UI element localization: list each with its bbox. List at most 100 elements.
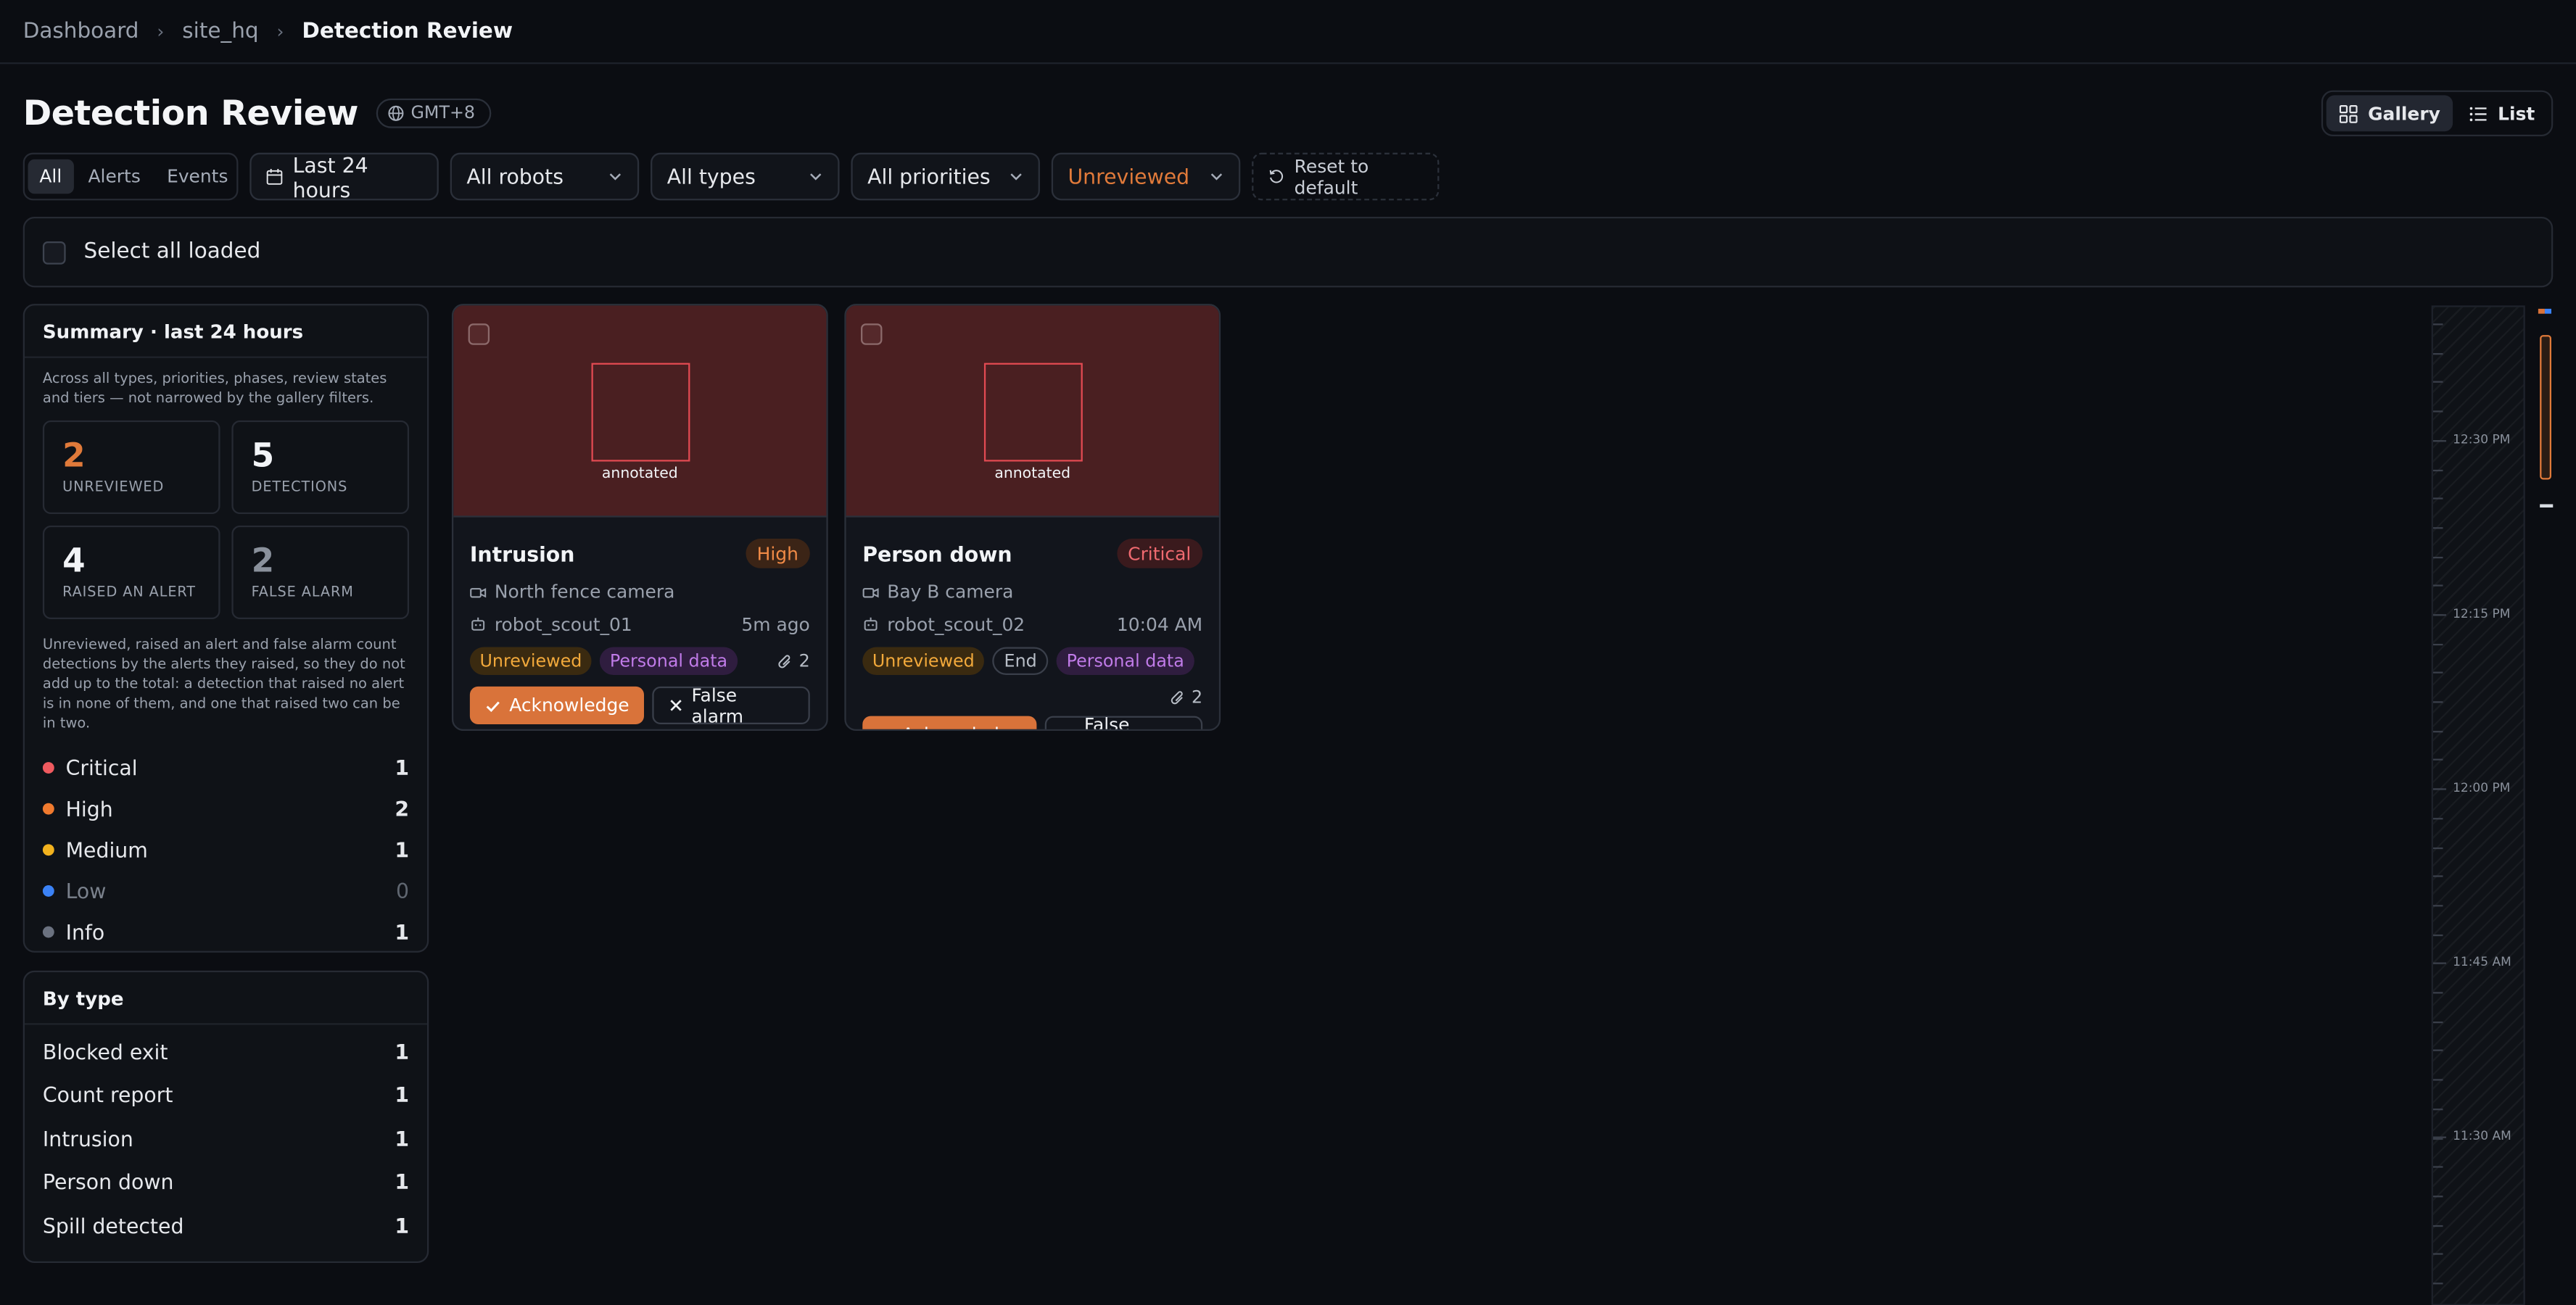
- timeline-tick: [2432, 1109, 2443, 1111]
- detection-thumbnail[interactable]: annotated: [846, 305, 1219, 518]
- by-type-title: By type: [24, 972, 427, 1025]
- camera-name: North fence camera: [494, 581, 675, 603]
- check-icon: [878, 726, 894, 731]
- timezone-badge: GMT+8: [376, 98, 492, 128]
- personal-data-chip: Personal data: [600, 647, 738, 676]
- chevron-down-icon: [1209, 165, 1223, 189]
- list-view-button[interactable]: List: [2457, 95, 2548, 131]
- breadcrumb-site[interactable]: site_hq: [182, 19, 258, 44]
- timezone-label: GMT+8: [410, 103, 476, 123]
- timeline-tick: [2432, 758, 2443, 761]
- chevron-down-icon: [608, 165, 622, 189]
- timeline-major-tick: [2432, 962, 2447, 964]
- type-row: Count report 1: [25, 1073, 427, 1116]
- timeline-major-tick: [2432, 440, 2447, 442]
- paperclip-icon: [1171, 690, 1184, 704]
- timeline-label: 11:30 AM: [2453, 1128, 2511, 1143]
- timeline-tick: [2432, 847, 2443, 850]
- date-range-button[interactable]: Last 24 hours: [249, 152, 439, 201]
- timeline-major-tick: [2432, 788, 2447, 790]
- summary-title: Summary · last 24 hours: [24, 305, 427, 358]
- timeline-major-tick: [2432, 614, 2447, 616]
- grid-icon: [2340, 104, 2358, 123]
- card-select-checkbox[interactable]: [861, 323, 883, 345]
- timeline-tick: [2432, 1079, 2443, 1081]
- gallery-view-label: Gallery: [2368, 102, 2440, 125]
- detection-time: 10:04 AM: [1116, 613, 1203, 636]
- timeline-tick: [2432, 1049, 2443, 1051]
- detection-card[interactable]: annotated Intrusion High North fence cam…: [451, 304, 828, 732]
- timeline-tick: [2432, 323, 2443, 326]
- stat-value: 5: [251, 435, 275, 475]
- priority-name: Info: [65, 919, 105, 945]
- attachment-row: 2: [862, 682, 1202, 713]
- thumbnail-label: annotated: [601, 466, 678, 483]
- acknowledge-button[interactable]: Acknowledge: [469, 686, 645, 724]
- timeline-rail[interactable]: 12:30 PM 12:15 PM 12:00 PM 11:45 AM 11:30 AM: [2431, 305, 2525, 1305]
- stat-value: 2: [251, 540, 275, 580]
- timeline-tick: [2432, 1196, 2443, 1198]
- camera-row: North fence camera: [470, 576, 810, 608]
- timeline-tick: [2432, 905, 2443, 907]
- timeline-tick: [2432, 353, 2443, 355]
- attachments: 2: [777, 651, 810, 671]
- robot-select[interactable]: All robots: [450, 152, 640, 201]
- priority-select[interactable]: All priorities: [851, 152, 1040, 201]
- timeline-tick: [2432, 992, 2443, 994]
- priority-badge: Critical: [1116, 539, 1203, 568]
- chevron-down-icon: [809, 165, 823, 189]
- type-count: 1: [395, 1039, 410, 1064]
- stat-label: DETECTIONS: [251, 479, 348, 497]
- stat-label: FALSE ALARM: [251, 584, 354, 602]
- type-select[interactable]: All types: [651, 152, 840, 201]
- tab-events[interactable]: Events: [155, 160, 239, 194]
- timeline-tick: [2432, 497, 2443, 500]
- type-count: 1: [395, 1213, 410, 1238]
- type-name: Person down: [42, 1169, 174, 1195]
- priority-name: High: [65, 796, 113, 821]
- acknowledge-button[interactable]: Acknowledge: [862, 716, 1037, 731]
- priority-dot: [42, 844, 54, 856]
- review-state-select[interactable]: Unreviewed: [1051, 152, 1241, 201]
- false-alarm-button[interactable]: False alarm: [1044, 713, 1203, 729]
- type-select-value: All types: [666, 164, 756, 189]
- card-select-checkbox[interactable]: [468, 323, 490, 345]
- priority-dot: [42, 926, 54, 938]
- stat-label: RAISED AN ALERT: [62, 584, 196, 602]
- status-chip: Unreviewed: [862, 647, 985, 676]
- robot-name: robot_scout_02: [887, 613, 1025, 636]
- gallery-view-button[interactable]: Gallery: [2327, 95, 2454, 132]
- timeline-tick: [2432, 527, 2443, 529]
- reset-filters-button[interactable]: Reset to default: [1252, 152, 1440, 201]
- tab-all[interactable]: All: [28, 159, 74, 194]
- card-title: Intrusion: [469, 541, 575, 566]
- select-all-checkbox[interactable]: [42, 240, 66, 264]
- summary-panel: Summary · last 24 hours Across all types…: [22, 304, 429, 953]
- view-toggle: Gallery List: [2321, 90, 2554, 137]
- priority-name: Medium: [65, 837, 148, 863]
- chevron-right-icon: ›: [276, 20, 284, 42]
- select-all-label: Select all loaded: [83, 239, 261, 265]
- priority-count: 2: [395, 796, 410, 821]
- false-alarm-button[interactable]: False alarm: [652, 684, 810, 726]
- priority-count: 1: [395, 755, 410, 781]
- priority-row-low: Low 0: [42, 871, 409, 912]
- kind-tabs: All Alerts Events: [22, 152, 239, 201]
- robot-icon: [471, 618, 485, 631]
- timeline-viewport-handle[interactable]: [2540, 335, 2552, 480]
- timeline-label: 11:45 AM: [2453, 954, 2511, 969]
- attachments: 2: [1171, 687, 1202, 707]
- robot-icon: [864, 618, 878, 631]
- page-header: Detection Review GMT+8 Gallery List: [23, 87, 2554, 139]
- timeline-tick: [2432, 1225, 2443, 1227]
- priority-breakdown: Critical 1 High 2 Medium 1 Low 0 Info 1: [25, 734, 427, 953]
- type-count: 1: [395, 1082, 410, 1108]
- breadcrumb: Dashboard › site_hq › Detection Review: [0, 0, 2576, 65]
- detection-card[interactable]: annotated Person down Critical Bay B cam…: [844, 304, 1221, 732]
- detection-thumbnail[interactable]: annotated: [453, 305, 827, 518]
- camera-row: Bay B camera: [862, 576, 1202, 608]
- breadcrumb-dashboard[interactable]: Dashboard: [23, 19, 139, 44]
- close-icon: [670, 700, 682, 711]
- priority-select-value: All priorities: [867, 164, 991, 189]
- tab-alerts[interactable]: Alerts: [77, 160, 152, 194]
